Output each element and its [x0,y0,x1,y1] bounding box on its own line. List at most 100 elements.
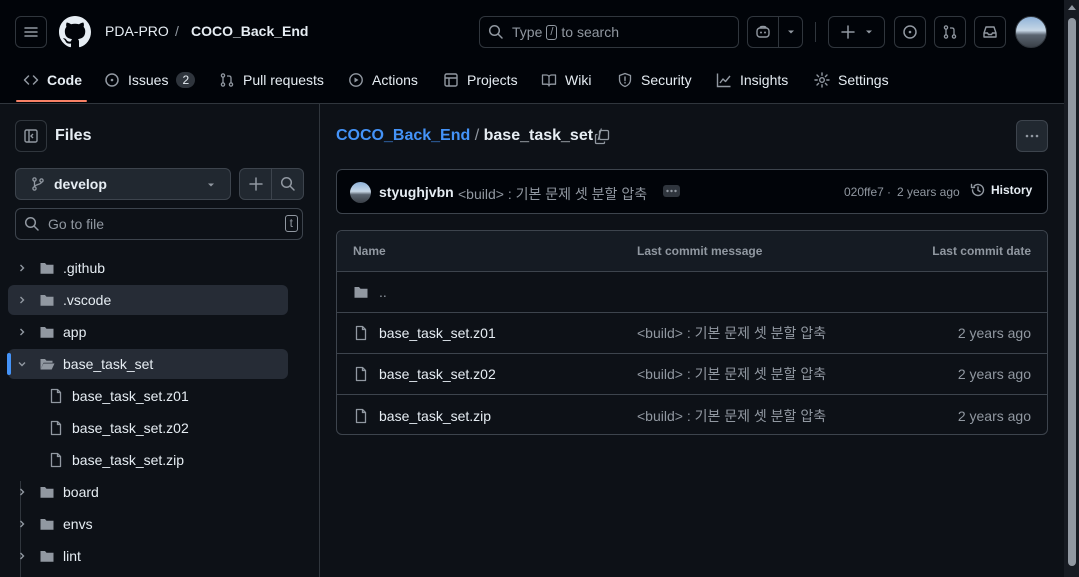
file-link[interactable]: base_task_set.z01 [353,313,496,353]
tree-item-zip[interactable]: base_task_set.zip [16,445,288,475]
hamburger-icon [23,24,39,40]
triangle-down-icon [786,27,796,37]
plus-icon [840,24,856,40]
tree-item-z01[interactable]: base_task_set.z01 [16,381,288,411]
expand-commit-button[interactable] [663,185,680,197]
column-header-date: Last commit date [932,244,1031,258]
tree-item-github[interactable]: .github [8,253,288,283]
tree-item-lint[interactable]: lint [8,541,288,571]
history-label: History [991,183,1033,197]
add-file-button[interactable] [239,168,272,200]
triangle-down-icon [206,180,216,190]
tab-issues[interactable]: Issues 2 [104,64,196,96]
folder-icon [39,516,55,532]
tab-wiki[interactable]: Wiki [541,64,591,96]
pull-request-icon [219,72,235,88]
tree-item-envs[interactable]: envs [8,509,288,539]
tree-item-label: base_task_set.z01 [72,388,189,404]
tree-item-board[interactable]: board [8,477,288,507]
copilot-icon [755,24,771,40]
row-commit-message[interactable]: <build> : 기본 문제 셋 분할 압축 [637,313,826,353]
commit-author-avatar[interactable] [350,182,371,203]
repo-link[interactable]: COCO_Back_End [191,23,308,39]
tree-item-base-task-set[interactable]: base_task_set [7,349,288,379]
more-options-button[interactable] [1016,120,1048,152]
tab-insights[interactable]: Insights [716,64,788,96]
folder-icon [39,324,55,340]
page-scrollbar[interactable] [1064,0,1079,577]
row-commit-message[interactable]: <build> : 기본 문제 셋 분할 압축 [637,395,826,434]
folder-icon [39,548,55,564]
commit-author[interactable]: styughjvbn [379,184,454,200]
tab-label: Projects [467,72,518,88]
file-icon [353,366,369,382]
table-row[interactable]: base_task_set.z02 <build> : 기본 문제 셋 분할 압… [337,354,1047,395]
menu-button[interactable] [15,16,47,48]
tree-item-label: envs [63,516,93,532]
breadcrumb-repo-link[interactable]: COCO_Back_End [336,127,470,144]
tree-item-app[interactable]: app [8,317,288,347]
tree-item-label: base_task_set.zip [72,452,185,468]
tab-settings[interactable]: Settings [814,64,889,96]
file-icon [48,420,64,436]
file-link[interactable]: base_task_set.zip [353,395,491,434]
commit-dot: · [887,185,891,199]
copilot-button[interactable] [747,16,779,48]
tab-code[interactable]: Code [23,64,82,96]
tree-item-vscode[interactable]: .vscode [8,285,288,315]
pull-requests-button[interactable] [934,16,966,48]
plus-icon [248,176,264,192]
owner-link[interactable]: PDA-PRO [105,23,169,39]
breadcrumb-separator: / [474,127,480,144]
tab-projects[interactable]: Projects [443,64,518,96]
table-icon [443,72,459,88]
commit-message[interactable]: <build> : 기본 문제 셋 분할 압축 [458,184,647,204]
sidebar-collapse-icon [23,128,39,144]
file-link[interactable]: base_task_set.z02 [353,354,496,394]
tab-label: Security [641,72,692,88]
tree-item-label: board [63,484,99,500]
create-new-button[interactable] [828,16,885,48]
search-placeholder-suffix: to search [561,24,620,40]
go-to-file-input[interactable]: Go to file t [15,208,303,240]
avatar[interactable] [1015,16,1047,48]
folder-open-icon [39,356,55,372]
tab-actions[interactable]: Actions [348,64,418,96]
branch-select-button[interactable]: develop [15,168,231,200]
table-row[interactable]: base_task_set.z01 <build> : 기본 문제 셋 분할 압… [337,313,1047,354]
inbox-icon [982,24,998,40]
scrollbar-thumb[interactable] [1068,18,1076,566]
collapse-sidebar-button[interactable] [15,120,47,152]
tab-pull-requests[interactable]: Pull requests [219,64,324,96]
issues-button[interactable] [894,16,926,48]
parent-directory-link[interactable]: .. [353,272,387,312]
tab-security[interactable]: Security [617,64,692,96]
chevron-right-icon [16,294,30,306]
copilot-dropdown-button[interactable] [778,16,803,48]
issues-counter: 2 [176,72,196,88]
chevron-right-icon [16,262,30,274]
gear-icon [814,72,830,88]
branch-name: develop [54,176,107,192]
row-commit-message[interactable]: <build> : 기본 문제 셋 분할 압축 [637,354,826,394]
issue-icon [902,24,918,40]
scroll-up-arrow-icon[interactable] [1068,4,1076,10]
tree-item-z02[interactable]: base_task_set.z02 [16,413,288,443]
global-header: PDA-PRO / COCO_Back_End Type / to search [0,0,1064,104]
chevron-down-icon [16,358,30,370]
inbox-button[interactable] [974,16,1006,48]
file-tree-sidebar: Files develop Go to file t .github .vsco… [0,104,320,577]
kebab-horizontal-icon [1024,128,1040,144]
history-button[interactable]: History [970,182,1032,198]
search-files-button[interactable] [271,168,304,200]
copy-path-button[interactable] [592,127,612,147]
tab-label: Insights [740,72,789,88]
row-commit-date: 2 years ago [957,407,1031,424]
table-row[interactable]: base_task_set.zip <build> : 기본 문제 셋 분할 압… [337,395,1047,434]
file-icon [353,325,369,341]
parent-directory-row[interactable]: .. [337,272,1047,313]
commit-sha[interactable]: 020ffe7 [844,185,884,199]
github-logo[interactable] [59,16,91,48]
search-input[interactable]: Type / to search [479,16,739,48]
file-name: base_task_set.z02 [379,366,496,382]
